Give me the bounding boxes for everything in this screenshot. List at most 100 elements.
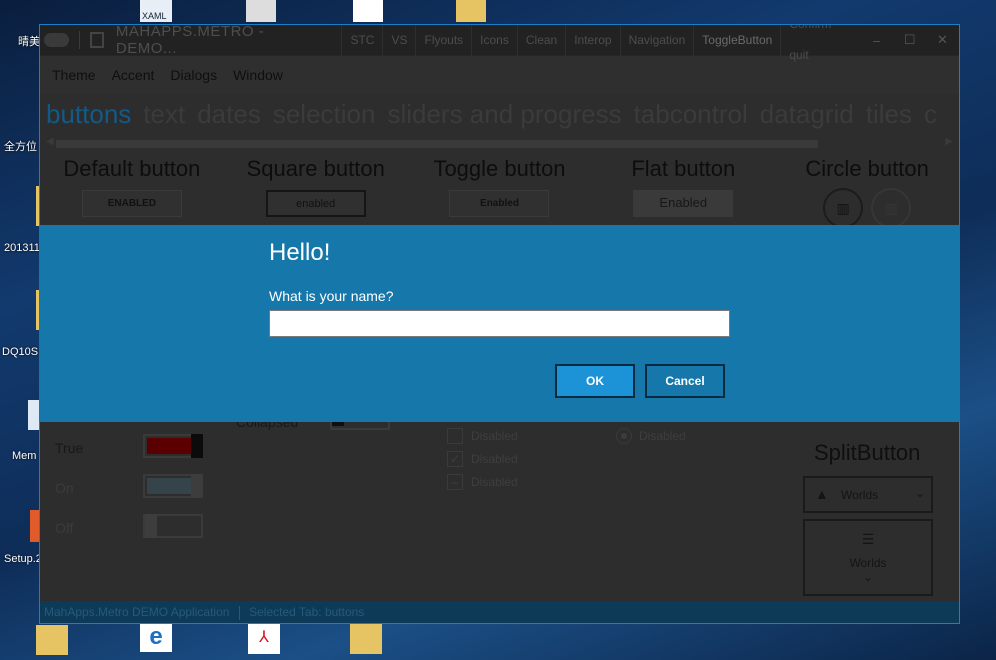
switch-thumb[interactable] xyxy=(191,434,203,458)
xaml-file-icon[interactable]: XAML xyxy=(140,0,172,22)
section-header: Flat button xyxy=(631,156,736,181)
command-vs[interactable]: VS xyxy=(382,25,415,56)
file-icon[interactable] xyxy=(350,622,382,654)
toggle-button[interactable]: Enabled xyxy=(449,190,550,217)
status-app-name: MahApps.Metro DEMO Application xyxy=(44,605,230,619)
building-icon[interactable]: ▥ xyxy=(871,188,912,228)
command-stc[interactable]: STC xyxy=(341,25,382,56)
chevron-down-icon: ⌄ xyxy=(862,570,874,584)
name-input[interactable] xyxy=(269,310,730,337)
desktop-label[interactable]: Mem xyxy=(12,450,36,462)
divider xyxy=(79,31,81,49)
pdf-file-icon[interactable] xyxy=(353,0,383,22)
tab-more[interactable]: c xyxy=(924,99,937,130)
tab-strip: buttons text dates selection sliders and… xyxy=(40,94,959,134)
square-button[interactable]: enabled xyxy=(265,190,366,217)
switch-thumb[interactable] xyxy=(145,514,157,538)
status-selected-tab: Selected Tab: buttons xyxy=(249,605,365,619)
section-header: Circle button xyxy=(805,156,929,181)
desktop-label[interactable]: Setup.2 xyxy=(4,553,42,565)
scroll-thumb[interactable] xyxy=(56,140,818,148)
warning-icon: ▲ xyxy=(815,486,829,502)
tab-datagrid[interactable]: datagrid xyxy=(760,99,854,130)
toggle-switch-off[interactable] xyxy=(143,514,203,538)
menu-accent[interactable]: Accent xyxy=(112,67,155,83)
radio-disabled[interactable] xyxy=(616,428,632,444)
close-button[interactable]: ✕ xyxy=(926,32,959,48)
switch-fill xyxy=(147,438,193,454)
desktop-label[interactable]: 201311 xyxy=(4,242,40,254)
edge-icon[interactable]: e xyxy=(140,622,172,652)
mustache-icon xyxy=(44,33,70,47)
splitbutton[interactable]: ▲ Worlds ⌄ xyxy=(803,476,933,513)
menu-window[interactable]: Window xyxy=(233,67,283,83)
default-button[interactable]: ENABLED xyxy=(81,190,182,217)
pdf-file-icon[interactable]: ⅄ xyxy=(248,622,280,654)
default-button-group: Default button ENABLED xyxy=(40,156,224,228)
folder-icon[interactable] xyxy=(456,0,486,22)
scroll-left-icon[interactable]: ◀ xyxy=(46,136,54,147)
document-icon xyxy=(90,32,104,48)
radio-label: Disabled xyxy=(639,429,686,443)
scroll-right-icon[interactable]: ▶ xyxy=(945,136,953,147)
tab-buttons[interactable]: buttons xyxy=(46,99,131,130)
tab-text[interactable]: text xyxy=(143,99,185,130)
splitbutton-label: Worlds xyxy=(841,488,879,502)
tab-scrollbar[interactable]: ◀ ▶ xyxy=(40,136,959,150)
dropdown-label: Worlds xyxy=(849,556,887,570)
desktop-label[interactable]: 晴美 xyxy=(18,33,40,49)
toggle-label-true: True xyxy=(55,440,84,456)
tab-selection[interactable]: selection xyxy=(273,99,376,130)
command-navigation[interactable]: Navigation xyxy=(619,25,694,56)
desktop-label[interactable]: DQ10S xyxy=(2,346,38,358)
checkbox-label: Disabled xyxy=(471,452,518,466)
checkbox-disabled-checked[interactable]: ✓ xyxy=(447,451,463,467)
checkbox-label: Disabled xyxy=(471,475,518,489)
file-icon[interactable] xyxy=(246,0,276,22)
toggle-switch-true[interactable] xyxy=(143,434,203,458)
circle-buttons: ▥ ▥ xyxy=(775,188,959,228)
lower-content: Collapsed True On Off Disabled ✓ Disable… xyxy=(40,414,959,600)
folder-icon[interactable] xyxy=(36,625,68,655)
cancel-button[interactable]: Cancel xyxy=(645,364,725,398)
status-divider xyxy=(238,605,240,620)
ok-button[interactable]: OK xyxy=(555,364,635,398)
minimize-button[interactable]: – xyxy=(860,33,893,48)
checkbox-disabled-indeterminate[interactable]: – xyxy=(447,474,463,490)
desktop-label[interactable]: 全方位 xyxy=(4,138,37,154)
dialog-title: Hello! xyxy=(269,239,331,266)
command-icons[interactable]: Icons xyxy=(471,25,517,56)
tab-tiles[interactable]: tiles xyxy=(866,99,912,130)
tab-sliders[interactable]: sliders and progress xyxy=(387,99,621,130)
flat-button[interactable]: Enabled xyxy=(633,190,734,217)
switch-thumb[interactable] xyxy=(191,474,203,498)
checkbox-disabled[interactable] xyxy=(447,428,463,444)
toggle-button-group: Toggle button Enabled xyxy=(408,156,592,228)
title-bar: MAHAPPS.METRO - DEMO... STC VS Flyouts I… xyxy=(40,24,959,71)
maximize-button[interactable]: ☐ xyxy=(893,32,926,48)
flat-button-group: Flat button Enabled xyxy=(591,156,775,228)
section-header: Toggle button xyxy=(433,156,566,181)
command-flyouts[interactable]: Flyouts xyxy=(415,25,471,56)
desktop-label: XAML xyxy=(142,11,167,21)
dropdown-button[interactable]: ☰ Worlds ⌄ xyxy=(803,519,933,596)
menu-theme[interactable]: Theme xyxy=(52,67,96,83)
toggle-label-on: On xyxy=(55,480,74,496)
chevron-down-icon[interactable]: ⌄ xyxy=(915,486,925,500)
tab-tabcontrol[interactable]: tabcontrol xyxy=(634,99,748,130)
tab-dates[interactable]: dates xyxy=(197,99,261,130)
toggle-label-off: Off xyxy=(55,520,74,536)
command-togglebutton[interactable]: ToggleButton xyxy=(693,25,780,56)
command-clean[interactable]: Clean xyxy=(516,25,565,56)
square-button-group: Square button enabled xyxy=(224,156,408,228)
command-confirm-quit[interactable]: Confirm quit xyxy=(780,25,860,71)
command-interop[interactable]: Interop xyxy=(565,25,619,56)
window-title: MAHAPPS.METRO - DEMO... xyxy=(115,24,265,57)
splitbutton-header: SplitButton xyxy=(814,440,921,465)
menu-dialogs[interactable]: Dialogs xyxy=(170,67,217,83)
input-dialog: Hello! What is your name? OK Cancel xyxy=(39,225,960,422)
building-icon[interactable]: ▥ xyxy=(823,188,864,228)
checkbox-label: Disabled xyxy=(471,429,518,443)
status-bar: MahApps.Metro DEMO Application Selected … xyxy=(40,601,959,623)
toggle-switch-on[interactable] xyxy=(143,474,203,498)
